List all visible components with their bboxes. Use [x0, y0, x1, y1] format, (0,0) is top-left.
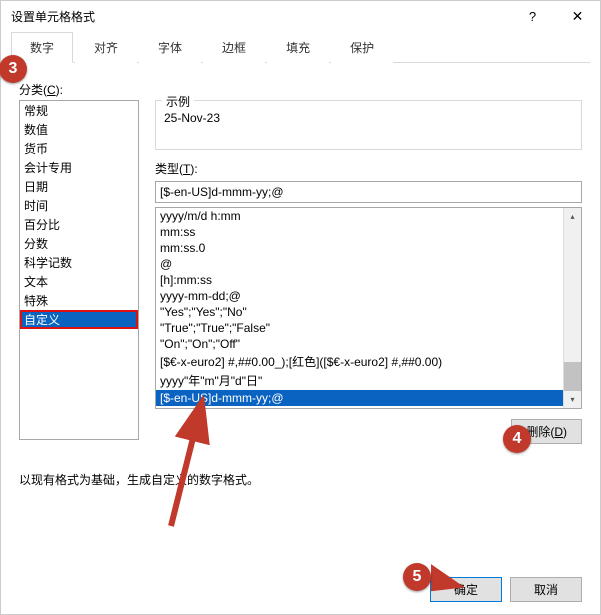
list-item[interactable]: mm:ss [156, 224, 564, 240]
scroll-up-button[interactable]: ▴ [564, 208, 581, 225]
list-item[interactable]: 货币 [20, 139, 138, 158]
list-item[interactable]: yyyy"年"m"月"d"日" [156, 371, 564, 390]
tab-label: 保护 [350, 41, 374, 55]
tab-font[interactable]: 字体 [139, 32, 201, 63]
type-listbox[interactable]: yyyy/m/d h:mm mm:ss mm:ss.0 @ [h]:mm:ss … [155, 207, 582, 409]
list-item[interactable]: 日期 [20, 177, 138, 196]
tab-fill[interactable]: 填充 [267, 32, 329, 63]
list-item[interactable]: yyyy-mm-dd;@ [156, 288, 564, 304]
list-item[interactable]: 文本 [20, 272, 138, 291]
list-item[interactable]: mm:ss.0 [156, 240, 564, 256]
list-item[interactable]: 特殊 [20, 291, 138, 310]
close-button[interactable]: ✕ [555, 1, 600, 31]
list-item[interactable]: 科学记数 [20, 253, 138, 272]
annotation-5: 5 [403, 563, 431, 591]
tab-border[interactable]: 边框 [203, 32, 265, 63]
list-item[interactable]: yyyy/m/d h:mm [156, 208, 564, 224]
scrollbar[interactable]: ▴ ▾ [563, 208, 581, 408]
sample-group: 示例 25-Nov-23 [155, 100, 582, 150]
type-input[interactable] [155, 181, 582, 203]
list-item-custom[interactable]: 自定义 [20, 310, 138, 329]
dialog-footer: 确定 取消 [430, 577, 582, 602]
annotation-3: 3 [0, 55, 27, 83]
help-button[interactable]: ? [510, 1, 555, 31]
category-label: 分类(C): [19, 81, 582, 98]
format-cells-dialog: 设置单元格格式 ? ✕ 数字 对齐 字体 边框 填充 保护 分类(C): 常规 … [0, 0, 601, 615]
list-item[interactable]: "True";"True";"False" [156, 320, 564, 336]
type-label: 类型(T): [155, 160, 582, 177]
tab-label: 边框 [222, 41, 246, 55]
tab-strip: 数字 对齐 字体 边框 填充 保护 [11, 31, 590, 63]
tab-label: 字体 [158, 41, 182, 55]
scroll-down-button[interactable]: ▾ [564, 391, 581, 408]
scrollbar-thumb[interactable] [564, 362, 581, 392]
category-listbox[interactable]: 常规 数值 货币 会计专用 日期 时间 百分比 分数 科学记数 文本 特殊 自定… [19, 100, 139, 440]
list-item-selected[interactable]: [$-en-US]d-mmm-yy;@ [156, 390, 564, 406]
list-item[interactable]: 常规 [20, 101, 138, 120]
list-item[interactable]: "Yes";"Yes";"No" [156, 304, 564, 320]
tab-alignment[interactable]: 对齐 [75, 32, 137, 63]
annotation-4: 4 [503, 425, 531, 453]
tab-label: 对齐 [94, 41, 118, 55]
list-item[interactable]: @ [156, 256, 564, 272]
list-item[interactable]: "On";"On";"Off" [156, 336, 564, 352]
list-item[interactable]: [h]:mm:ss [156, 272, 564, 288]
list-item[interactable]: 数值 [20, 120, 138, 139]
close-icon: ✕ [572, 8, 584, 25]
list-item[interactable]: 会计专用 [20, 158, 138, 177]
list-item[interactable]: 百分比 [20, 215, 138, 234]
sample-value: 25-Nov-23 [164, 111, 573, 125]
ok-button[interactable]: 确定 [430, 577, 502, 602]
tab-label: 数字 [30, 41, 54, 55]
cancel-button[interactable]: 取消 [510, 577, 582, 602]
window-title: 设置单元格格式 [11, 8, 510, 25]
sample-label: 示例 [162, 93, 194, 110]
list-item[interactable]: [$€-x-euro2] #,##0.00_);[红色]([$€-x-euro2… [156, 352, 564, 371]
tab-protection[interactable]: 保护 [331, 32, 393, 63]
title-bar: 设置单元格格式 ? ✕ [1, 1, 600, 31]
tab-label: 填充 [286, 41, 310, 55]
list-item[interactable]: 时间 [20, 196, 138, 215]
list-item[interactable]: 分数 [20, 234, 138, 253]
hint-text: 以现有格式为基础，生成自定义的数字格式。 [19, 471, 259, 488]
